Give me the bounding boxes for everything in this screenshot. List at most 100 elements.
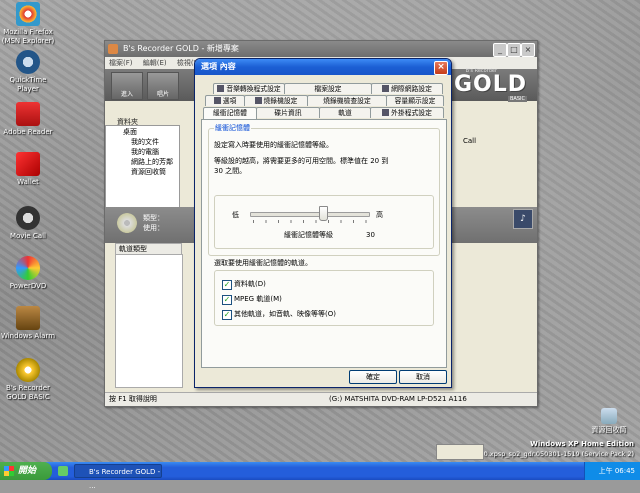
cancel-button[interactable]: 取消: [399, 370, 447, 384]
taskbar-task-bs-recorder[interactable]: B's Recorder GOLD - ...: [74, 464, 162, 490]
dialog-title: 選項 內容: [201, 62, 236, 71]
desktop-icon-quicktime[interactable]: QuickTime Player: [0, 50, 56, 94]
system-tray: 上午 06:45: [584, 462, 640, 480]
main-titlebar[interactable]: B's Recorder GOLD - 新增專案 _ □ ×: [105, 41, 537, 57]
checkbox-other-tracks[interactable]: ✓: [222, 310, 232, 320]
options-dialog: 選項 內容 × 音樂轉換程式設定 檔案設定 網際網路設定 選項 燒錄機設定 燒錄…: [194, 58, 452, 388]
desktop-icon-label: Adobe Reader: [3, 128, 53, 136]
desktop-icon-alarm[interactable]: Windows Alarm: [0, 306, 56, 341]
menu-edit[interactable]: 編輯(E): [143, 59, 167, 67]
tree-item-my-computer[interactable]: 我的電腦: [123, 147, 173, 157]
os-watermark: Windows XP Home Edition: [530, 440, 634, 448]
checkbox-mpeg-track-label[interactable]: MPEG 軌道(M): [234, 294, 282, 304]
desktop-icon-adobe-reader[interactable]: Adobe Reader: [0, 102, 56, 137]
tab-label: 燒錄機設定: [263, 97, 298, 105]
folder-tree: 桌面 我的文件 我的電腦 網路上的芳鄰 資源回收筒: [123, 127, 173, 177]
checkbox-data-track-label[interactable]: 資料軌(D): [234, 279, 266, 289]
desktop-icon-label: QuickTime Player: [9, 76, 47, 93]
slider-value: 30: [366, 231, 375, 239]
tab-burner-settings[interactable]: 燒錄機設定: [244, 95, 308, 106]
start-button[interactable]: 開始: [0, 462, 52, 480]
buffer-hint-line1: 等級設的越高，將需要更多的可用空間。標準值在 20 到: [214, 157, 389, 165]
buffer-description: 設定寫入時要使用的緩衝記憶體等級。: [214, 141, 333, 149]
tab-label: 網際網路設定: [391, 85, 432, 93]
quicklaunch-icon[interactable]: [58, 466, 68, 476]
wallet-icon: [16, 152, 40, 176]
ok-button[interactable]: 確定: [349, 370, 397, 384]
options-icon: [213, 97, 221, 104]
tree-item-network[interactable]: 網路上的芳鄰: [123, 157, 173, 167]
tab-label: 檔案設定: [314, 85, 342, 93]
checkbox-data-track[interactable]: ✓: [222, 280, 232, 290]
tree-item-recycle-bin[interactable]: 資源回收筒: [123, 167, 173, 177]
drive-status: (G:) MATSHITA DVD-RAM LP-D521 A116: [329, 395, 467, 403]
movie-call-icon: [16, 206, 40, 230]
toolbar-enter-button[interactable]: 進入: [111, 72, 143, 100]
buffer-hint-line2: 30 之間。: [214, 167, 247, 175]
maximize-button[interactable]: □: [507, 43, 521, 57]
close-button[interactable]: ×: [521, 43, 535, 57]
tab-label: 音樂轉換程式設定: [226, 85, 281, 93]
tab-burner-check[interactable]: 燒錄機檢查設定: [307, 95, 387, 106]
adobe-reader-icon: [16, 102, 40, 126]
desktop-icon-powerdvd[interactable]: PowerDVD: [0, 256, 56, 291]
desktop-icon-recycle-bin[interactable]: 資源回收筒: [584, 408, 634, 435]
alarm-icon: [16, 306, 40, 330]
slider-low-label: 低: [232, 211, 239, 219]
tab-label: 燒錄機檢查設定: [323, 97, 371, 105]
tab-file-settings[interactable]: 檔案設定: [284, 83, 372, 94]
tab-label: 選項: [222, 97, 237, 105]
desktop-icon-explorer[interactable]: Mozilla Firefox (MSN Explorer): [0, 2, 56, 46]
dialog-titlebar[interactable]: 選項 內容 ×: [195, 59, 451, 75]
tree-item-desktop[interactable]: 桌面: [123, 127, 173, 137]
recycle-bin-icon: [601, 408, 617, 424]
powerdvd-icon: [16, 256, 40, 280]
plugin-icon: [382, 109, 390, 116]
desktop-icon-wallet[interactable]: Wallet: [0, 152, 56, 187]
desktop-icon-bs-recorder[interactable]: B's Recorder GOLD BASIC: [0, 358, 56, 402]
tab-options[interactable]: 選項: [205, 95, 245, 106]
explorer-icon: [16, 2, 40, 26]
tab-capacity-display[interactable]: 容量顯示設定: [386, 95, 444, 106]
minimize-button[interactable]: _: [493, 43, 507, 57]
tracks-group-title: 選取要使用緩衝記憶體的軌道。: [214, 259, 312, 267]
slider-high-label: 高: [376, 211, 383, 219]
buffer-group-title: 緩衝記憶體: [214, 123, 251, 133]
status-bar: 按 F1 取得說明 (G:) MATSHITA DVD-RAM LP-D521 …: [105, 392, 537, 406]
checkbox-mpeg-track[interactable]: ✓: [222, 295, 232, 305]
tab-buffer-memory[interactable]: 緩衝記憶體: [203, 107, 257, 119]
slider-caption: 緩衝記憶體等級: [284, 231, 333, 239]
slider-ticks: [253, 220, 367, 223]
checkbox-other-tracks-label[interactable]: 其他軌道，如音軌、映像等等(O): [234, 309, 336, 319]
burner-icon: [254, 97, 262, 104]
desktop-icon-label: PowerDVD: [9, 282, 47, 290]
toolbar-disc-button[interactable]: 唱片: [147, 72, 179, 100]
status-help-text: 按 F1 取得說明: [109, 395, 157, 403]
desktop-icon-movie-call[interactable]: Movie Call: [0, 206, 56, 241]
tab-label: 緩衝記憶體: [213, 109, 247, 117]
tab-plugin-settings[interactable]: 外掛程式設定: [370, 107, 444, 118]
disc-icon: [117, 213, 137, 233]
desktop-icon-label: B's Recorder GOLD BASIC: [6, 384, 50, 401]
slider-thumb[interactable]: [319, 206, 328, 221]
dialog-close-button[interactable]: ×: [434, 61, 448, 75]
menu-file[interactable]: 檔案(F): [109, 59, 133, 67]
tab-tracks[interactable]: 軌道: [319, 107, 371, 118]
taskbar: 開始 B's Recorder GOLD - ... 上午 06:45: [0, 462, 640, 490]
desktop-icon-label: Wallet: [17, 178, 39, 186]
language-bar[interactable]: [436, 444, 484, 460]
tab-music-converter[interactable]: 音樂轉換程式設定: [213, 83, 285, 94]
slider-track: [250, 212, 370, 217]
tab-internet-settings[interactable]: 網際網路設定: [371, 83, 443, 94]
gold-logo: GOLD: [453, 72, 527, 97]
quicktime-icon: [16, 50, 40, 74]
tab-label: 軌道: [338, 109, 352, 117]
music-note-icon[interactable]: ♪: [513, 209, 533, 229]
tab-label: 碟片資訊: [274, 109, 302, 117]
music-icon: [217, 85, 225, 92]
tab-disc-info[interactable]: 碟片資訊: [256, 107, 320, 118]
disc-usage-label: 使用：: [143, 224, 164, 232]
tree-item-my-documents[interactable]: 我的文件: [123, 137, 173, 147]
clock[interactable]: 上午 06:45: [599, 467, 635, 475]
buffer-level-slider[interactable]: [250, 206, 370, 223]
